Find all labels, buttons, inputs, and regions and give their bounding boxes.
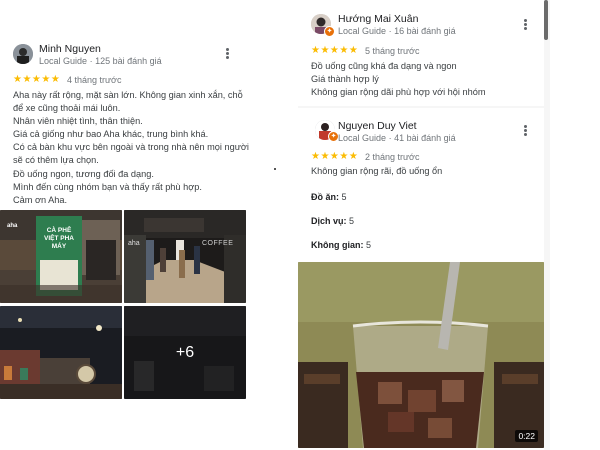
attribute-service: Dịch vụ: 5	[311, 216, 354, 226]
interior-image	[0, 306, 122, 399]
meta-separator: ·	[89, 56, 93, 66]
meta-separator: ·	[388, 133, 392, 143]
attribute-value: 5	[341, 192, 347, 202]
review-text-line: Đồ uống ngon, tương đối đa dạng.	[13, 168, 154, 179]
review-photo-1[interactable]: aha CÀ PHÊ VIỆT PHA MÁY	[0, 210, 122, 303]
reviewer-meta[interactable]: Local Guide · 41 bài đánh giá	[338, 133, 456, 143]
reviewer-name[interactable]: Nguyen Duy Viet	[338, 120, 417, 132]
review-count: 125 bài đánh giá	[95, 56, 162, 66]
review-text-line: Giá thành hợp lý	[311, 74, 379, 85]
review-text-line: Không gian rộng rãi, đồ uống ổn	[311, 166, 443, 176]
more-options-icon[interactable]	[520, 18, 530, 32]
video-thumbnail-image	[298, 262, 544, 448]
scrollbar[interactable]	[544, 0, 548, 40]
review-text-line: Giá cả giống như bao Aha khác, trung bìn…	[13, 129, 209, 140]
more-options-icon[interactable]	[222, 47, 232, 61]
star-rating: ★★★★★	[311, 45, 359, 56]
more-options-icon[interactable]	[520, 124, 530, 138]
review-count: 16 bài đánh giá	[394, 26, 456, 36]
review-photo-2[interactable]: aha COFFEE	[124, 210, 246, 303]
local-guide-badge-icon: ✦	[324, 26, 335, 37]
avatar-image	[13, 44, 33, 64]
entrance-brand-text: aha	[128, 240, 140, 247]
review-text: Aha này rất rộng, mặt sàn lớn. Không gia…	[13, 89, 249, 207]
review-card-nguyen-duy-viet: ✦ Nguyen Duy Viet Local Guide · 41 bài đ…	[298, 108, 544, 450]
review-time: 2 tháng trước	[365, 152, 420, 162]
reviewer-name[interactable]: Minh Nguyen	[39, 43, 101, 55]
reviewer-name[interactable]: Hướng Mai Xuân	[338, 13, 418, 25]
entrance-sign-text: COFFEE	[202, 240, 234, 247]
divider-dot	[274, 168, 276, 170]
review-text: Không gian rộng rãi, đồ uống ổn	[311, 165, 442, 178]
review-card-huong-mai-xuan: ✦ Hướng Mai Xuân Local Guide · 16 bài đá…	[298, 0, 544, 106]
review-time: 4 tháng trước	[67, 75, 122, 85]
more-photos-count: +6	[124, 306, 246, 399]
storefront-sign-text: CÀ PHÊ VIỆT PHA MÁY	[44, 227, 74, 250]
review-text-line: Cảm ơn Aha.	[13, 194, 68, 205]
star-rating: ★★★★★	[13, 74, 61, 85]
video-duration: 0:22	[515, 430, 538, 442]
meta-separator: ·	[388, 26, 392, 36]
storefront-image	[0, 210, 122, 303]
attribute-label: Không gian:	[311, 240, 364, 250]
review-text-line: Aha này rất rộng, mặt sàn lớn. Không gia…	[13, 90, 243, 100]
attribute-atmosphere: Không gian: 5	[311, 240, 371, 250]
review-text-line: Mình đến cùng nhóm bạn và thấy rất phù h…	[13, 181, 202, 192]
star-rating: ★★★★★	[311, 151, 359, 162]
review-card-minh-nguyen: Minh Nguyen Local Guide · 125 bài đánh g…	[0, 0, 272, 400]
avatar[interactable]	[13, 44, 33, 64]
local-guide-label: Local Guide	[338, 26, 387, 36]
review-text-line: Có cả bàn khu vực bên ngoài và trong nhà…	[13, 142, 249, 153]
local-guide-label: Local Guide	[39, 56, 88, 66]
review-text-line: Nhân viên nhiệt tình, thân thiện.	[13, 116, 143, 127]
attribute-label: Đồ ăn:	[311, 192, 339, 202]
attribute-food: Đồ ăn: 5	[311, 192, 347, 202]
review-text-line: để xe cũng thoải mái luôn.	[13, 103, 121, 114]
attribute-value: 5	[349, 216, 355, 226]
entrance-image	[124, 210, 246, 303]
reviewer-meta[interactable]: Local Guide · 16 bài đánh giá	[338, 26, 456, 36]
review-text-line: sẽ có thêm lựa chọn.	[13, 155, 99, 166]
storefront-brand-text: aha	[7, 223, 18, 229]
review-text-line: Không gian rộng dãi phù hợp với hội nhóm	[311, 87, 486, 98]
attribute-label: Dịch vụ:	[311, 216, 347, 226]
review-text-line: Đồ uống cũng khá đa dạng và ngon	[311, 61, 457, 71]
review-count: 41 bài đánh giá	[394, 133, 456, 143]
local-guide-label: Local Guide	[338, 133, 387, 143]
review-time: 5 tháng trước	[365, 46, 420, 56]
reviewer-meta[interactable]: Local Guide · 125 bài đánh giá	[39, 56, 162, 66]
review-photo-more[interactable]: +6	[124, 306, 246, 399]
review-panel-right: ✦ Hướng Mai Xuân Local Guide · 16 bài đá…	[298, 0, 550, 450]
review-text: Đồ uống cũng khá đa dạng và ngon Giá thà…	[311, 60, 485, 99]
review-video[interactable]: 0:22	[298, 262, 544, 448]
attribute-value: 5	[366, 240, 372, 250]
review-photo-3[interactable]	[0, 306, 122, 399]
